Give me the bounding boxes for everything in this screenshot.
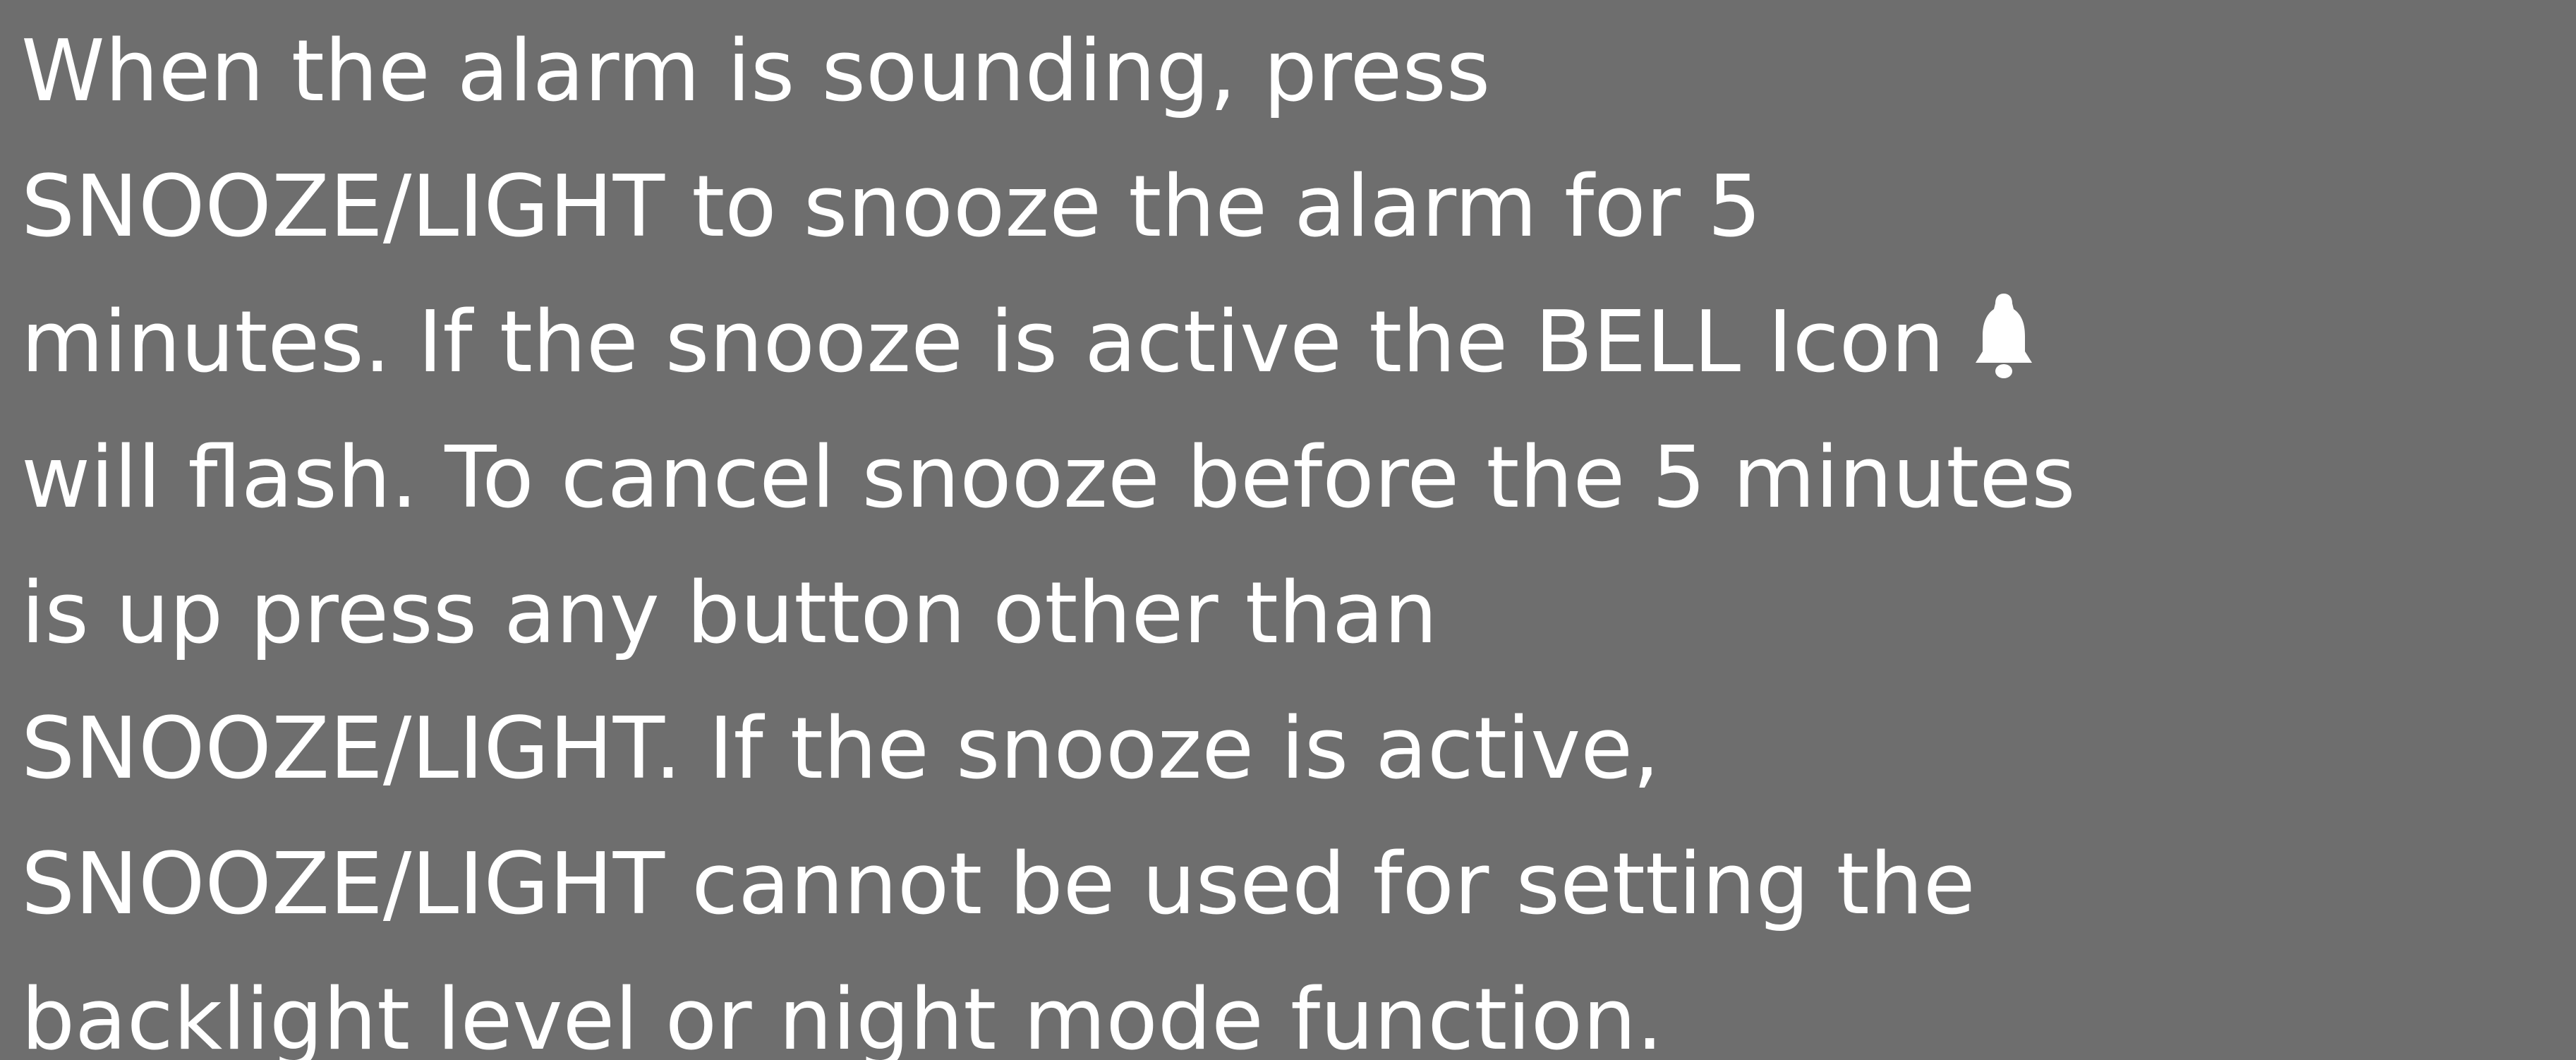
instruction-page: When the alarm is sounding, press SNOOZE…: [0, 0, 2576, 1060]
text-line-4: will flash. To cancel snooze before the …: [21, 429, 2076, 527]
text-line-3-text: minutes. If the snooze is active the BEL…: [21, 294, 1945, 392]
text-line-8: backlight level or night mode function.: [21, 971, 1664, 1060]
text-line-6: SNOOZE/LIGHT. If the snooze is active,: [21, 700, 1660, 798]
text-line-1: When the alarm is sounding, press: [21, 23, 1491, 121]
text-line-2: SNOOZE/LIGHT to snooze the alarm for 5: [21, 158, 1762, 256]
text-line-3: minutes. If the snooze is active the BEL…: [21, 287, 2038, 399]
bell-icon: [1976, 294, 2033, 378]
text-line-5: is up press any button other than: [21, 565, 1438, 663]
text-line-7: SNOOZE/LIGHT cannot be used for setting …: [21, 836, 1976, 934]
